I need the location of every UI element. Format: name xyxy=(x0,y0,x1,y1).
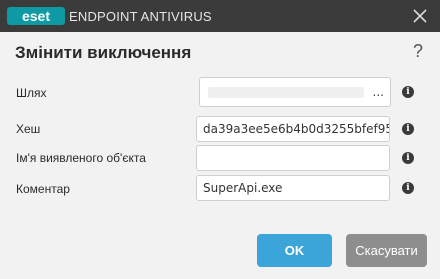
hash-info-icon[interactable]: i xyxy=(402,123,414,135)
title-bar: eset ENDPOINT ANTIVIRUS xyxy=(0,0,440,32)
browse-button[interactable]: ... xyxy=(373,78,384,106)
path-value xyxy=(208,87,364,98)
path-info-icon[interactable]: i xyxy=(402,86,414,98)
ok-button[interactable]: OK xyxy=(257,234,332,267)
logo-text: eset xyxy=(22,8,50,24)
hash-field[interactable]: da39a3ee5e6b4b0d3255bfef956 xyxy=(196,116,390,142)
comment-field[interactable]: SuperApi.exe xyxy=(196,175,390,201)
app-title: ENDPOINT ANTIVIRUS xyxy=(69,9,212,24)
path-field[interactable]: ... xyxy=(199,77,391,107)
detected-object-field[interactable] xyxy=(196,145,390,171)
close-icon xyxy=(413,9,427,23)
detected-object-info-icon[interactable]: i xyxy=(402,152,414,164)
comment-info-icon[interactable]: i xyxy=(402,182,414,194)
path-label: Шлях xyxy=(16,86,47,100)
dialog-title: Змінити виключення xyxy=(15,43,192,62)
detected-object-label: Ім'я виявленого об'єкта xyxy=(16,151,146,165)
cancel-button[interactable]: Скасувати xyxy=(346,234,427,267)
eset-logo: eset xyxy=(7,7,65,25)
comment-label: Коментар xyxy=(16,182,70,196)
hash-label: Хеш xyxy=(16,122,41,136)
help-icon[interactable]: ? xyxy=(413,41,423,62)
close-button[interactable] xyxy=(410,6,430,26)
